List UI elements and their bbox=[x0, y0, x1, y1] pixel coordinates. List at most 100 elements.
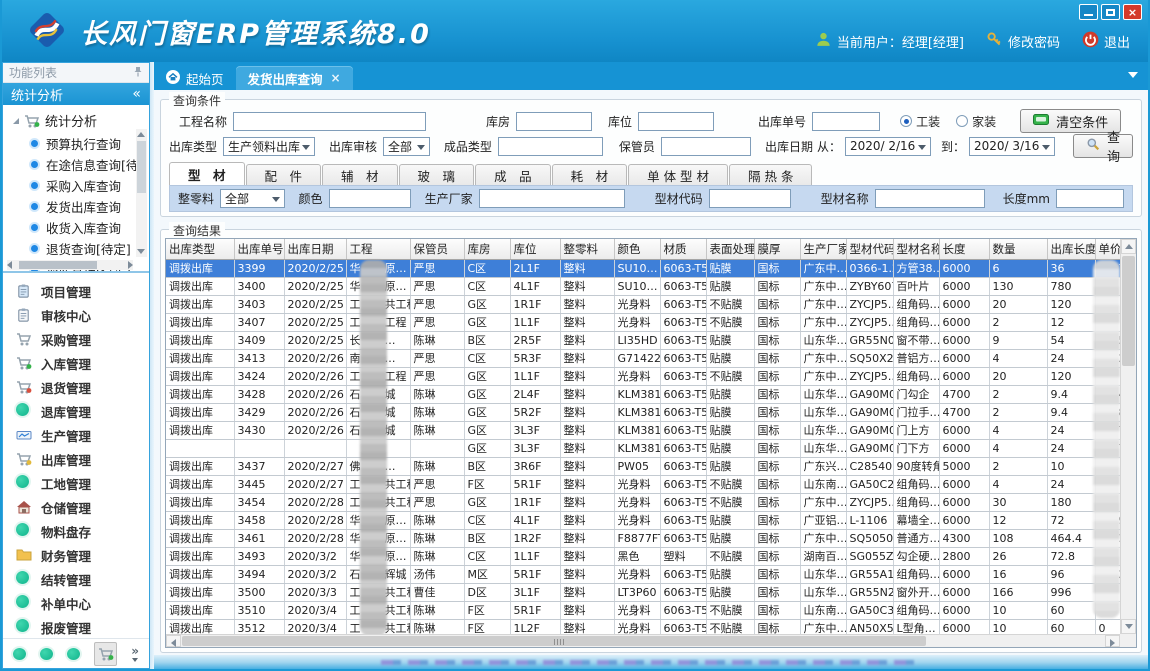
table-row[interactable]: G区3L3F整料KLM38176063-T5贴膜国标山东华…GA90M09…门下… bbox=[166, 439, 1120, 457]
tab-home[interactable]: 起始页 bbox=[154, 66, 236, 90]
material-tab-辅材[interactable]: 辅 材 bbox=[322, 164, 398, 185]
table-row[interactable]: 调拨出库35002020/3/3工共工程曹佳D区3L1F整料LT3P606063… bbox=[166, 583, 1120, 601]
column-header-库房[interactable]: 库房 bbox=[464, 239, 510, 259]
tree-expander-icon[interactable] bbox=[13, 118, 19, 124]
tree-item-收货入库查询[interactable]: 收货入库查询 bbox=[9, 217, 135, 238]
sidebar-item-入库管理[interactable]: 入库管理 bbox=[3, 351, 149, 375]
table-row[interactable]: 调拨出库34292020/2/26石城陈琳G区5R2F整料KLM38176063… bbox=[166, 403, 1120, 421]
material-tab-耗材[interactable]: 耗 材 bbox=[552, 164, 628, 185]
material-tab-型材[interactable]: 型 材 bbox=[169, 162, 245, 185]
change-password-button[interactable]: 修改密码 bbox=[986, 31, 1060, 52]
sidebar-item-仓储管理[interactable]: 仓储管理 bbox=[3, 495, 149, 519]
profile-name-input[interactable] bbox=[875, 189, 985, 208]
sidebar-item-审核中心[interactable]: 审核中心 bbox=[3, 303, 149, 327]
column-header-生产厂家[interactable]: 生产厂家 bbox=[800, 239, 846, 259]
date-from-select[interactable]: 2020/ 2/16 bbox=[845, 137, 931, 156]
table-row[interactable]: 调拨出库33992020/2/25华原…严思C区2L1F整料SU10…6063-… bbox=[166, 259, 1120, 277]
logout-button[interactable]: 退出 bbox=[1082, 31, 1130, 52]
radio-industrial[interactable] bbox=[900, 115, 912, 127]
color-input[interactable] bbox=[329, 189, 411, 208]
table-row[interactable]: 调拨出库34072020/2/25工工程严思G区1L1F整料光身料6063-T5… bbox=[166, 313, 1120, 331]
table-row[interactable]: 调拨出库34002020/2/25华原…严思C区4L1F整料SU10…6063-… bbox=[166, 277, 1120, 295]
sidebar-item-采购管理[interactable]: 采购管理 bbox=[3, 327, 149, 351]
grid-vertical-scrollbar[interactable] bbox=[1120, 239, 1136, 634]
tab-list-dropdown-icon[interactable] bbox=[1128, 72, 1138, 78]
minimize-button[interactable] bbox=[1079, 4, 1098, 20]
column-header-整零料[interactable]: 整零料 bbox=[560, 239, 614, 259]
column-header-单价[interactable]: 单价 bbox=[1095, 239, 1120, 259]
column-header-表面处理[interactable]: 表面处理 bbox=[706, 239, 754, 259]
material-tab-单体型材[interactable]: 单 体 型 材 bbox=[628, 164, 728, 185]
cart-quick-button[interactable] bbox=[94, 642, 117, 666]
column-header-膜厚[interactable]: 膜厚 bbox=[754, 239, 800, 259]
table-row[interactable]: 调拨出库34092020/2/25长…陈琳B区2R5F整料LI35HD6063-… bbox=[166, 331, 1120, 349]
sidebar-section-header[interactable]: 统计分析 « bbox=[3, 83, 149, 105]
whole-piece-select[interactable]: 全部 bbox=[220, 189, 285, 208]
tree-item-退货查询[待定][interactable]: 退货查询[待定] bbox=[9, 238, 135, 259]
sidebar-item-物料盘存[interactable]: 物料盘存 bbox=[3, 519, 149, 543]
keeper-input[interactable] bbox=[661, 137, 751, 156]
audit-select[interactable]: 全部 bbox=[383, 137, 430, 156]
location-input[interactable] bbox=[638, 112, 714, 131]
sidebar-item-财务管理[interactable]: 财务管理 bbox=[3, 543, 149, 567]
close-button[interactable]: × bbox=[1123, 4, 1142, 20]
sidebar-item-出库管理[interactable]: 出库管理 bbox=[3, 447, 149, 471]
sidebar-item-退库管理[interactable]: 退库管理 bbox=[3, 399, 149, 423]
column-header-出库类型[interactable]: 出库类型 bbox=[166, 239, 234, 259]
search-button[interactable]: 查 询 bbox=[1073, 134, 1133, 158]
more-buttons-chevron[interactable]: » bbox=[131, 645, 139, 662]
tab-close-icon[interactable]: × bbox=[331, 71, 341, 85]
table-row[interactable]: 调拨出库34132020/2/26南…严思C区5R3F整料G714226063-… bbox=[166, 349, 1120, 367]
table-row[interactable]: 调拨出库34452020/2/27工共工程严思F区5R1F整料光身料6063-T… bbox=[166, 475, 1120, 493]
radio-home[interactable] bbox=[956, 115, 968, 127]
sidebar-item-工地管理[interactable]: 工地管理 bbox=[3, 471, 149, 495]
table-row[interactable]: 调拨出库34302020/2/26石城陈琳G区3L3F整料KLM38176063… bbox=[166, 421, 1120, 439]
tree-horizontal-scrollbar[interactable] bbox=[7, 260, 133, 270]
quick-dot-icon[interactable] bbox=[67, 648, 80, 660]
column-header-库位[interactable]: 库位 bbox=[510, 239, 560, 259]
quick-dot-icon[interactable] bbox=[40, 648, 53, 660]
pin-icon[interactable] bbox=[133, 66, 143, 80]
tab-shipment-query[interactable]: 发货出库查询 × bbox=[236, 66, 353, 90]
grid-horizontal-scrollbar[interactable] bbox=[166, 634, 1120, 647]
warehouse-input[interactable] bbox=[516, 112, 592, 131]
column-header-出库长度[interactable]: 出库长度 bbox=[1047, 239, 1095, 259]
material-tab-成品[interactable]: 成 品 bbox=[475, 164, 551, 185]
column-header-出库日期[interactable]: 出库日期 bbox=[284, 239, 346, 259]
material-tab-玻璃[interactable]: 玻 璃 bbox=[399, 164, 475, 185]
material-tab-配件[interactable]: 配 件 bbox=[246, 164, 322, 185]
table-row[interactable]: 调拨出库34032020/2/25工共工程严思G区1R1F整料光身料6063-T… bbox=[166, 295, 1120, 313]
tree-vertical-scrollbar[interactable] bbox=[136, 129, 147, 257]
table-row[interactable]: 调拨出库34242020/2/26工工程严思G区1L1F整料光身料6063-T5… bbox=[166, 367, 1120, 385]
sidebar-item-结转管理[interactable]: 结转管理 bbox=[3, 567, 149, 591]
sidebar-item-补单中心[interactable]: 补单中心 bbox=[3, 591, 149, 615]
material-tab-隔热条[interactable]: 隔 热 条 bbox=[729, 164, 812, 185]
tree-root[interactable]: 统计分析 bbox=[9, 109, 135, 133]
column-header-长度[interactable]: 长度 bbox=[939, 239, 989, 259]
sidebar-item-项目管理[interactable]: 项目管理 bbox=[3, 279, 149, 303]
length-input[interactable] bbox=[1056, 189, 1124, 208]
sidebar-item-生产管理[interactable]: 生产管理 bbox=[3, 423, 149, 447]
tree-item-预算执行查询[interactable]: 预算执行查询 bbox=[9, 133, 135, 154]
table-row[interactable]: 调拨出库34932020/3/2华原…陈琳C区1L1F整料黑色塑料不贴膜国标湖南… bbox=[166, 547, 1120, 565]
project-name-input[interactable] bbox=[233, 112, 426, 131]
column-header-颜色[interactable]: 颜色 bbox=[614, 239, 660, 259]
order-no-input[interactable] bbox=[812, 112, 880, 131]
sidebar-item-退货管理[interactable]: 退货管理 bbox=[3, 375, 149, 399]
column-header-出库单号[interactable]: 出库单号 bbox=[234, 239, 284, 259]
table-row[interactable]: 调拨出库34282020/2/26石城陈琳G区2L4F整料KLM38176063… bbox=[166, 385, 1120, 403]
column-header-工程[interactable]: 工程 bbox=[346, 239, 410, 259]
profile-code-input[interactable] bbox=[709, 189, 791, 208]
column-header-材质[interactable]: 材质 bbox=[660, 239, 706, 259]
column-header-保管员[interactable]: 保管员 bbox=[410, 239, 464, 259]
table-row[interactable]: 调拨出库35102020/3/4工共工程陈琳F区5R1F整料光身料6063-T5… bbox=[166, 601, 1120, 619]
column-header-数量[interactable]: 数量 bbox=[989, 239, 1047, 259]
quick-dot-icon[interactable] bbox=[13, 648, 26, 660]
product-type-input[interactable] bbox=[498, 137, 603, 156]
tree-item-发货出库查询[interactable]: 发货出库查询 bbox=[9, 196, 135, 217]
column-header-型材代码[interactable]: 型材代码 bbox=[846, 239, 893, 259]
table-row[interactable]: 调拨出库34612020/2/28华原…陈琳B区1R2F整料F8877FT606… bbox=[166, 529, 1120, 547]
manufacturer-input[interactable] bbox=[479, 189, 625, 208]
table-row[interactable]: 调拨出库34542020/2/28工共工程严思G区1R1F整料光身料6063-T… bbox=[166, 493, 1120, 511]
tree-item-在途信息查询[待[interactable]: 在途信息查询[待 bbox=[9, 154, 135, 175]
